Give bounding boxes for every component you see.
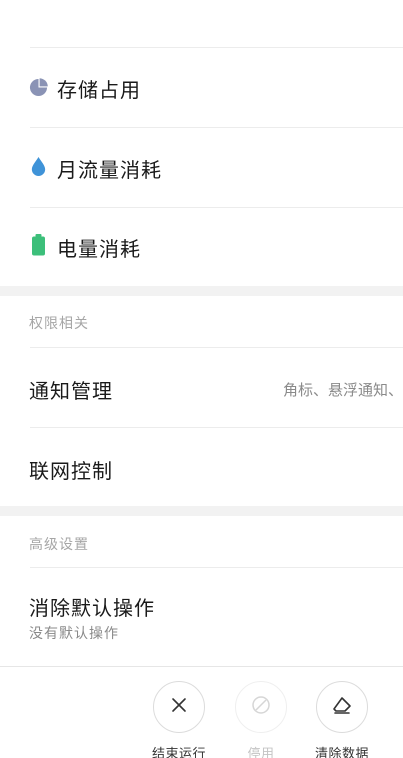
row-notification-management[interactable]: 通知管理 角标、悬浮通知、: [0, 348, 403, 427]
permissions-section-header: 权限相关: [29, 316, 89, 332]
bottom-bar-divider: [0, 666, 403, 667]
section-separator: [0, 506, 403, 516]
force-stop-button[interactable]: 结束运行: [144, 681, 214, 758]
clear-defaults-subtitle: 没有默认操作: [29, 626, 119, 642]
force-stop-label: 结束运行: [151, 747, 206, 758]
clear-defaults-label: 消除默认操作: [29, 596, 155, 620]
row-clear-defaults[interactable]: 消除默认操作 没有默认操作: [0, 568, 403, 665]
monthly-traffic-label: 月流量消耗: [57, 158, 162, 182]
eraser-icon: [331, 696, 353, 718]
water-drop-icon: [29, 157, 48, 176]
disable-label: 停用: [247, 747, 275, 758]
row-storage-usage[interactable]: 存储占用: [0, 48, 403, 127]
close-icon: [171, 697, 187, 717]
block-icon: [251, 695, 271, 719]
notification-management-label: 通知管理: [29, 379, 113, 403]
clear-data-label: 清除数据: [314, 747, 369, 758]
storage-usage-label: 存储占用: [57, 78, 141, 102]
battery-usage-label: 电量消耗: [57, 237, 141, 261]
disable-button[interactable]: 停用: [226, 681, 296, 758]
notification-management-value: 角标、悬浮通知、: [282, 381, 403, 399]
app-info-page: 存储占用 月流量消耗 电量消耗 权限相关 通知管理 角标、悬浮通知、 联网控制: [0, 0, 403, 758]
disable-circle[interactable]: [235, 681, 287, 733]
row-battery-usage[interactable]: 电量消耗: [0, 208, 403, 286]
battery-icon: [29, 233, 48, 255]
force-stop-circle[interactable]: [153, 681, 205, 733]
pie-chart-icon: [29, 78, 48, 97]
row-network-control[interactable]: 联网控制: [0, 428, 403, 506]
row-monthly-traffic[interactable]: 月流量消耗: [0, 128, 403, 207]
clear-data-circle[interactable]: [316, 681, 368, 733]
section-separator: [0, 286, 403, 296]
clear-data-button[interactable]: 清除数据: [307, 681, 377, 758]
network-control-label: 联网控制: [29, 459, 113, 483]
advanced-section-header: 高级设置: [29, 537, 89, 553]
